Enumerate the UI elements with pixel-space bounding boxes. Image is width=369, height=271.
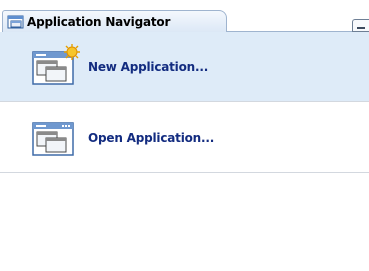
- open-application-item[interactable]: Open Application...: [0, 103, 369, 173]
- navigator-panel: New Application... Open Application...: [0, 32, 369, 271]
- navigator-tab-bar: Application Navigator: [0, 0, 369, 32]
- new-application-icon: [32, 43, 80, 85]
- new-application-label: New Application...: [88, 59, 209, 74]
- new-application-item[interactable]: New Application...: [0, 32, 369, 102]
- minimize-icon[interactable]: [352, 19, 369, 32]
- open-application-label: Open Application...: [88, 130, 215, 145]
- tab-title: Application Navigator: [27, 14, 171, 29]
- application-navigator-icon: [7, 15, 24, 28]
- tab-application-navigator[interactable]: Application Navigator: [2, 10, 227, 32]
- open-application-icon: [32, 121, 74, 156]
